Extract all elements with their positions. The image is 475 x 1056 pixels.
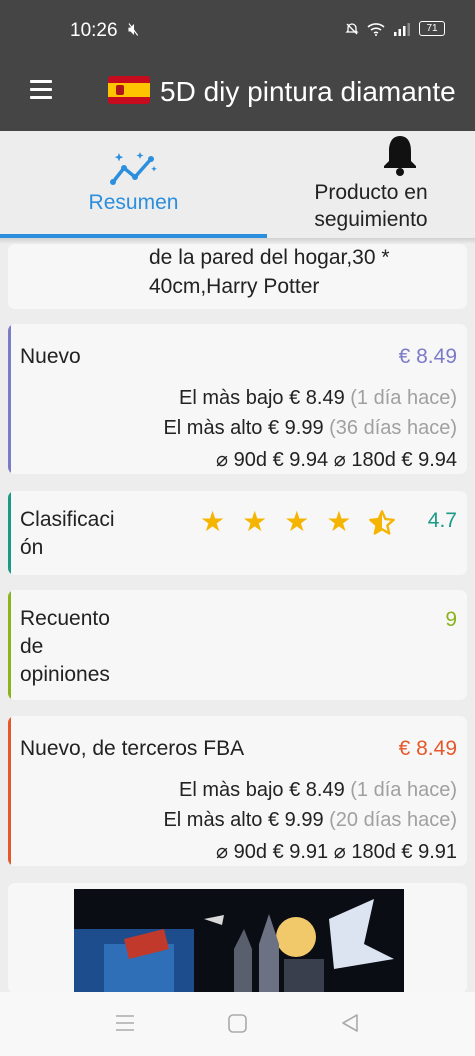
avg-90-label: ⌀ 90d	[216, 841, 267, 863]
product-image[interactable]	[74, 889, 404, 993]
product-title-card: de la pared del hogar,30 * 40cm,Harry Po…	[8, 244, 467, 309]
avg-180-label: ⌀ 180d	[333, 449, 396, 471]
fba-lowest-row: El màs bajo € 8.49 (1 día hace)	[179, 779, 457, 802]
highest-label: El màs alto	[163, 417, 263, 439]
fba-price-card[interactable]: Nuevo, de terceros FBA € 8.49 El màs baj…	[8, 716, 467, 866]
mute-icon: 🔇︎	[128, 19, 140, 39]
reviews-value: 9	[445, 608, 457, 631]
new-price-accent	[8, 324, 11, 474]
lowest-value: € 8.49	[289, 779, 345, 801]
avg-90-label: ⌀ 90d	[216, 449, 267, 471]
reviews-label-line: Recuento	[20, 607, 110, 630]
product-image-art	[74, 889, 404, 993]
highest-label: El màs alto	[163, 809, 263, 831]
fba-accent	[8, 716, 11, 866]
new-highest-row: El màs alto € 9.99 (36 días hace)	[163, 417, 457, 440]
avg-180-value: € 9.91	[401, 841, 457, 863]
fba-highest-row: El màs alto € 9.99 (20 días hace)	[163, 809, 457, 832]
fba-label: Nuevo, de terceros FBA	[20, 737, 245, 760]
product-title-line: 40cm,Harry Potter	[149, 275, 320, 298]
tab-producto-seguimiento[interactable]: Producto en seguimiento	[267, 131, 475, 238]
lowest-when: (1 día hace)	[350, 779, 457, 801]
product-title-line: de la pared del hogar,30 *	[149, 246, 390, 269]
lowest-label: El màs bajo	[179, 779, 284, 801]
tab-bar: Resumen Producto en seguimiento	[0, 131, 475, 238]
wifi-icon	[367, 22, 385, 36]
rating-label-line: Clasificaci	[20, 508, 115, 531]
lowest-label: El màs bajo	[179, 387, 284, 409]
star-icon: ★	[326, 506, 352, 537]
reviews-label: Recuento de opiniones	[20, 605, 110, 689]
tab-resumen-label: Resumen	[88, 191, 179, 214]
half-star-icon	[369, 510, 396, 535]
highest-when: (20 días hace)	[329, 809, 457, 831]
new-price-label: Nuevo	[20, 345, 81, 368]
avg-180-value: € 9.94	[401, 449, 457, 471]
rating-label-line: ón	[20, 536, 44, 559]
status-bar: 10:26 🔇︎ 71	[0, 0, 475, 60]
status-icons: 71	[345, 21, 445, 36]
system-nav-bar	[0, 992, 475, 1056]
recent-apps-icon[interactable]	[115, 1014, 135, 1032]
status-time: 10:26	[70, 20, 118, 41]
rating-card[interactable]: Clasificaci ón ★ ★ ★ ★ 4.7	[8, 491, 467, 575]
reviews-label-line: de	[20, 635, 44, 658]
new-price-value: € 8.49	[398, 345, 457, 368]
back-icon[interactable]	[340, 1013, 360, 1033]
lowest-when: (1 día hace)	[350, 387, 457, 409]
fba-price-value: € 8.49	[398, 737, 457, 760]
avg-180-label: ⌀ 180d	[333, 841, 396, 863]
product-image-card	[8, 883, 467, 993]
star-icon: ★	[242, 506, 268, 537]
dnd-icon	[345, 22, 359, 34]
highest-value: € 9.99	[267, 809, 324, 831]
fba-average-row: ⌀ 90d € 9.91 ⌀ 180d € 9.91	[216, 839, 457, 864]
home-icon[interactable]	[228, 1014, 247, 1033]
summary-chart-icon	[110, 152, 157, 185]
menu-icon[interactable]	[30, 80, 52, 99]
tab-resumen[interactable]: Resumen	[0, 131, 267, 238]
product-title: de la pared del hogar,30 * 40cm,Harry Po…	[149, 244, 390, 301]
highest-when: (36 días hace)	[329, 417, 457, 439]
spain-flag-icon	[108, 76, 150, 104]
reviews-accent	[8, 590, 11, 700]
highest-value: € 9.99	[267, 417, 324, 439]
rating-accent	[8, 491, 11, 575]
avg-90-value: € 9.91	[272, 841, 329, 863]
rating-stars: ★ ★ ★ ★	[200, 505, 396, 538]
app-bar: 5D diy pintura diamante	[0, 60, 475, 131]
reviews-card[interactable]: Recuento de opiniones 9	[8, 590, 467, 700]
rating-value: 4.7	[427, 509, 457, 532]
reviews-label-line: opiniones	[20, 663, 110, 686]
new-lowest-row: El màs bajo € 8.49 (1 día hace)	[179, 387, 457, 410]
avg-90-value: € 9.94	[272, 449, 329, 471]
battery-icon: 71	[419, 21, 445, 36]
tab-producto-label: Producto en seguimiento	[314, 181, 428, 231]
page-title: 5D diy pintura diamante	[160, 76, 456, 107]
star-icon: ★	[200, 506, 226, 537]
lowest-value: € 8.49	[289, 387, 345, 409]
new-price-card[interactable]: Nuevo € 8.49 El màs bajo € 8.49 (1 día h…	[8, 324, 467, 474]
star-icon: ★	[284, 506, 310, 537]
signal-icon	[394, 22, 410, 36]
rating-label: Clasificaci ón	[20, 506, 115, 562]
new-average-row: ⌀ 90d € 9.94 ⌀ 180d € 9.94	[216, 447, 457, 472]
bell-icon	[384, 136, 416, 176]
